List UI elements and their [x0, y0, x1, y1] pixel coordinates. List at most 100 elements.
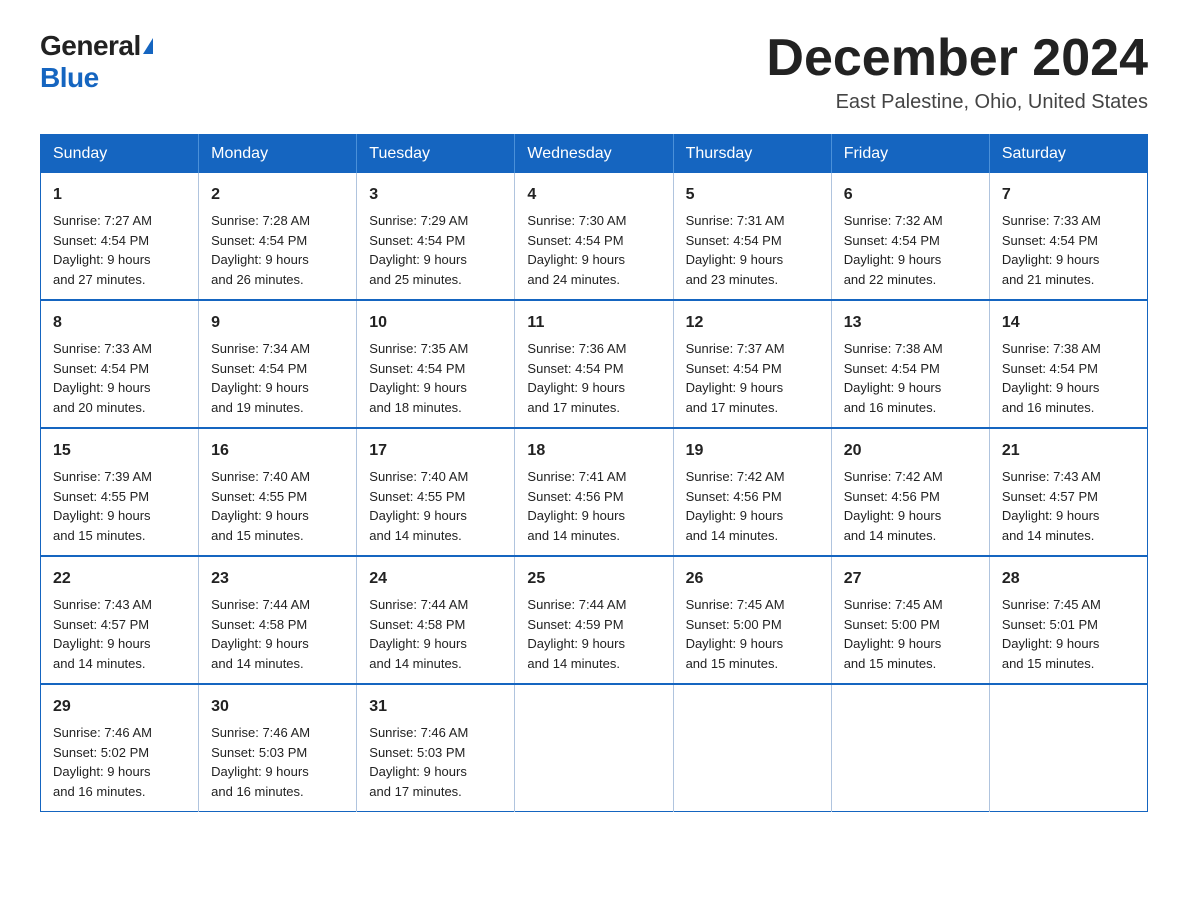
calendar-cell: 13 Sunrise: 7:38 AMSunset: 4:54 PMDaylig… [831, 300, 989, 428]
day-number: 27 [844, 567, 977, 591]
calendar-cell: 25 Sunrise: 7:44 AMSunset: 4:59 PMDaylig… [515, 556, 673, 684]
day-number: 14 [1002, 311, 1135, 335]
day-number: 25 [527, 567, 660, 591]
weekday-header-tuesday: Tuesday [357, 135, 515, 174]
day-info: Sunrise: 7:40 AMSunset: 4:55 PMDaylight:… [211, 469, 310, 543]
logo-general-text: General [40, 30, 141, 62]
calendar-cell: 18 Sunrise: 7:41 AMSunset: 4:56 PMDaylig… [515, 428, 673, 556]
calendar-cell: 11 Sunrise: 7:36 AMSunset: 4:54 PMDaylig… [515, 300, 673, 428]
calendar-cell: 10 Sunrise: 7:35 AMSunset: 4:54 PMDaylig… [357, 300, 515, 428]
day-info: Sunrise: 7:42 AMSunset: 4:56 PMDaylight:… [844, 469, 943, 543]
calendar-cell: 19 Sunrise: 7:42 AMSunset: 4:56 PMDaylig… [673, 428, 831, 556]
day-number: 23 [211, 567, 344, 591]
calendar-week-2: 8 Sunrise: 7:33 AMSunset: 4:54 PMDayligh… [41, 300, 1148, 428]
calendar-week-1: 1 Sunrise: 7:27 AMSunset: 4:54 PMDayligh… [41, 173, 1148, 300]
calendar-cell: 4 Sunrise: 7:30 AMSunset: 4:54 PMDayligh… [515, 173, 673, 300]
month-title: December 2024 [766, 30, 1148, 87]
calendar-cell: 31 Sunrise: 7:46 AMSunset: 5:03 PMDaylig… [357, 684, 515, 812]
day-info: Sunrise: 7:29 AMSunset: 4:54 PMDaylight:… [369, 213, 468, 287]
calendar-cell: 8 Sunrise: 7:33 AMSunset: 4:54 PMDayligh… [41, 300, 199, 428]
weekday-header-wednesday: Wednesday [515, 135, 673, 174]
calendar-week-5: 29 Sunrise: 7:46 AMSunset: 5:02 PMDaylig… [41, 684, 1148, 812]
day-info: Sunrise: 7:46 AMSunset: 5:02 PMDaylight:… [53, 725, 152, 799]
page-header: General Blue December 2024 East Palestin… [40, 30, 1148, 114]
weekday-header-friday: Friday [831, 135, 989, 174]
day-number: 9 [211, 311, 344, 335]
calendar-cell: 21 Sunrise: 7:43 AMSunset: 4:57 PMDaylig… [989, 428, 1147, 556]
day-number: 2 [211, 183, 344, 207]
calendar-cell: 14 Sunrise: 7:38 AMSunset: 4:54 PMDaylig… [989, 300, 1147, 428]
calendar-cell: 16 Sunrise: 7:40 AMSunset: 4:55 PMDaylig… [199, 428, 357, 556]
day-number: 7 [1002, 183, 1135, 207]
calendar-header-row: SundayMondayTuesdayWednesdayThursdayFrid… [41, 135, 1148, 174]
day-info: Sunrise: 7:38 AMSunset: 4:54 PMDaylight:… [1002, 341, 1101, 415]
calendar-cell: 20 Sunrise: 7:42 AMSunset: 4:56 PMDaylig… [831, 428, 989, 556]
calendar-cell: 29 Sunrise: 7:46 AMSunset: 5:02 PMDaylig… [41, 684, 199, 812]
calendar-cell: 24 Sunrise: 7:44 AMSunset: 4:58 PMDaylig… [357, 556, 515, 684]
day-number: 12 [686, 311, 819, 335]
calendar-cell: 5 Sunrise: 7:31 AMSunset: 4:54 PMDayligh… [673, 173, 831, 300]
day-info: Sunrise: 7:38 AMSunset: 4:54 PMDaylight:… [844, 341, 943, 415]
day-info: Sunrise: 7:43 AMSunset: 4:57 PMDaylight:… [1002, 469, 1101, 543]
day-info: Sunrise: 7:45 AMSunset: 5:00 PMDaylight:… [844, 597, 943, 671]
calendar-cell [989, 684, 1147, 812]
logo: General Blue [40, 30, 153, 94]
weekday-header-thursday: Thursday [673, 135, 831, 174]
day-number: 22 [53, 567, 186, 591]
day-number: 16 [211, 439, 344, 463]
day-number: 4 [527, 183, 660, 207]
calendar-week-3: 15 Sunrise: 7:39 AMSunset: 4:55 PMDaylig… [41, 428, 1148, 556]
day-info: Sunrise: 7:32 AMSunset: 4:54 PMDaylight:… [844, 213, 943, 287]
logo-triangle-icon [143, 38, 153, 54]
calendar-week-4: 22 Sunrise: 7:43 AMSunset: 4:57 PMDaylig… [41, 556, 1148, 684]
calendar-cell [673, 684, 831, 812]
day-number: 10 [369, 311, 502, 335]
day-number: 15 [53, 439, 186, 463]
day-number: 28 [1002, 567, 1135, 591]
calendar-cell: 3 Sunrise: 7:29 AMSunset: 4:54 PMDayligh… [357, 173, 515, 300]
day-info: Sunrise: 7:30 AMSunset: 4:54 PMDaylight:… [527, 213, 626, 287]
day-number: 1 [53, 183, 186, 207]
calendar-cell: 17 Sunrise: 7:40 AMSunset: 4:55 PMDaylig… [357, 428, 515, 556]
day-number: 26 [686, 567, 819, 591]
calendar-cell: 30 Sunrise: 7:46 AMSunset: 5:03 PMDaylig… [199, 684, 357, 812]
logo-blue-text: Blue [40, 62, 99, 94]
day-number: 5 [686, 183, 819, 207]
day-info: Sunrise: 7:37 AMSunset: 4:54 PMDaylight:… [686, 341, 785, 415]
day-number: 29 [53, 695, 186, 719]
day-info: Sunrise: 7:34 AMSunset: 4:54 PMDaylight:… [211, 341, 310, 415]
day-info: Sunrise: 7:28 AMSunset: 4:54 PMDaylight:… [211, 213, 310, 287]
calendar-cell: 7 Sunrise: 7:33 AMSunset: 4:54 PMDayligh… [989, 173, 1147, 300]
weekday-header-saturday: Saturday [989, 135, 1147, 174]
day-number: 3 [369, 183, 502, 207]
day-info: Sunrise: 7:40 AMSunset: 4:55 PMDaylight:… [369, 469, 468, 543]
location-title: East Palestine, Ohio, United States [766, 91, 1148, 114]
day-info: Sunrise: 7:46 AMSunset: 5:03 PMDaylight:… [369, 725, 468, 799]
calendar-cell [831, 684, 989, 812]
day-number: 8 [53, 311, 186, 335]
weekday-header-sunday: Sunday [41, 135, 199, 174]
day-info: Sunrise: 7:41 AMSunset: 4:56 PMDaylight:… [527, 469, 626, 543]
weekday-header-monday: Monday [199, 135, 357, 174]
calendar-cell: 6 Sunrise: 7:32 AMSunset: 4:54 PMDayligh… [831, 173, 989, 300]
day-number: 11 [527, 311, 660, 335]
calendar-cell: 28 Sunrise: 7:45 AMSunset: 5:01 PMDaylig… [989, 556, 1147, 684]
day-number: 31 [369, 695, 502, 719]
day-number: 18 [527, 439, 660, 463]
calendar-cell: 15 Sunrise: 7:39 AMSunset: 4:55 PMDaylig… [41, 428, 199, 556]
calendar-cell: 12 Sunrise: 7:37 AMSunset: 4:54 PMDaylig… [673, 300, 831, 428]
day-info: Sunrise: 7:44 AMSunset: 4:59 PMDaylight:… [527, 597, 626, 671]
day-info: Sunrise: 7:43 AMSunset: 4:57 PMDaylight:… [53, 597, 152, 671]
calendar-cell [515, 684, 673, 812]
day-info: Sunrise: 7:39 AMSunset: 4:55 PMDaylight:… [53, 469, 152, 543]
day-info: Sunrise: 7:31 AMSunset: 4:54 PMDaylight:… [686, 213, 785, 287]
day-number: 13 [844, 311, 977, 335]
day-number: 20 [844, 439, 977, 463]
day-info: Sunrise: 7:45 AMSunset: 5:01 PMDaylight:… [1002, 597, 1101, 671]
day-number: 19 [686, 439, 819, 463]
day-info: Sunrise: 7:44 AMSunset: 4:58 PMDaylight:… [369, 597, 468, 671]
day-info: Sunrise: 7:46 AMSunset: 5:03 PMDaylight:… [211, 725, 310, 799]
day-info: Sunrise: 7:44 AMSunset: 4:58 PMDaylight:… [211, 597, 310, 671]
day-info: Sunrise: 7:33 AMSunset: 4:54 PMDaylight:… [1002, 213, 1101, 287]
day-info: Sunrise: 7:27 AMSunset: 4:54 PMDaylight:… [53, 213, 152, 287]
